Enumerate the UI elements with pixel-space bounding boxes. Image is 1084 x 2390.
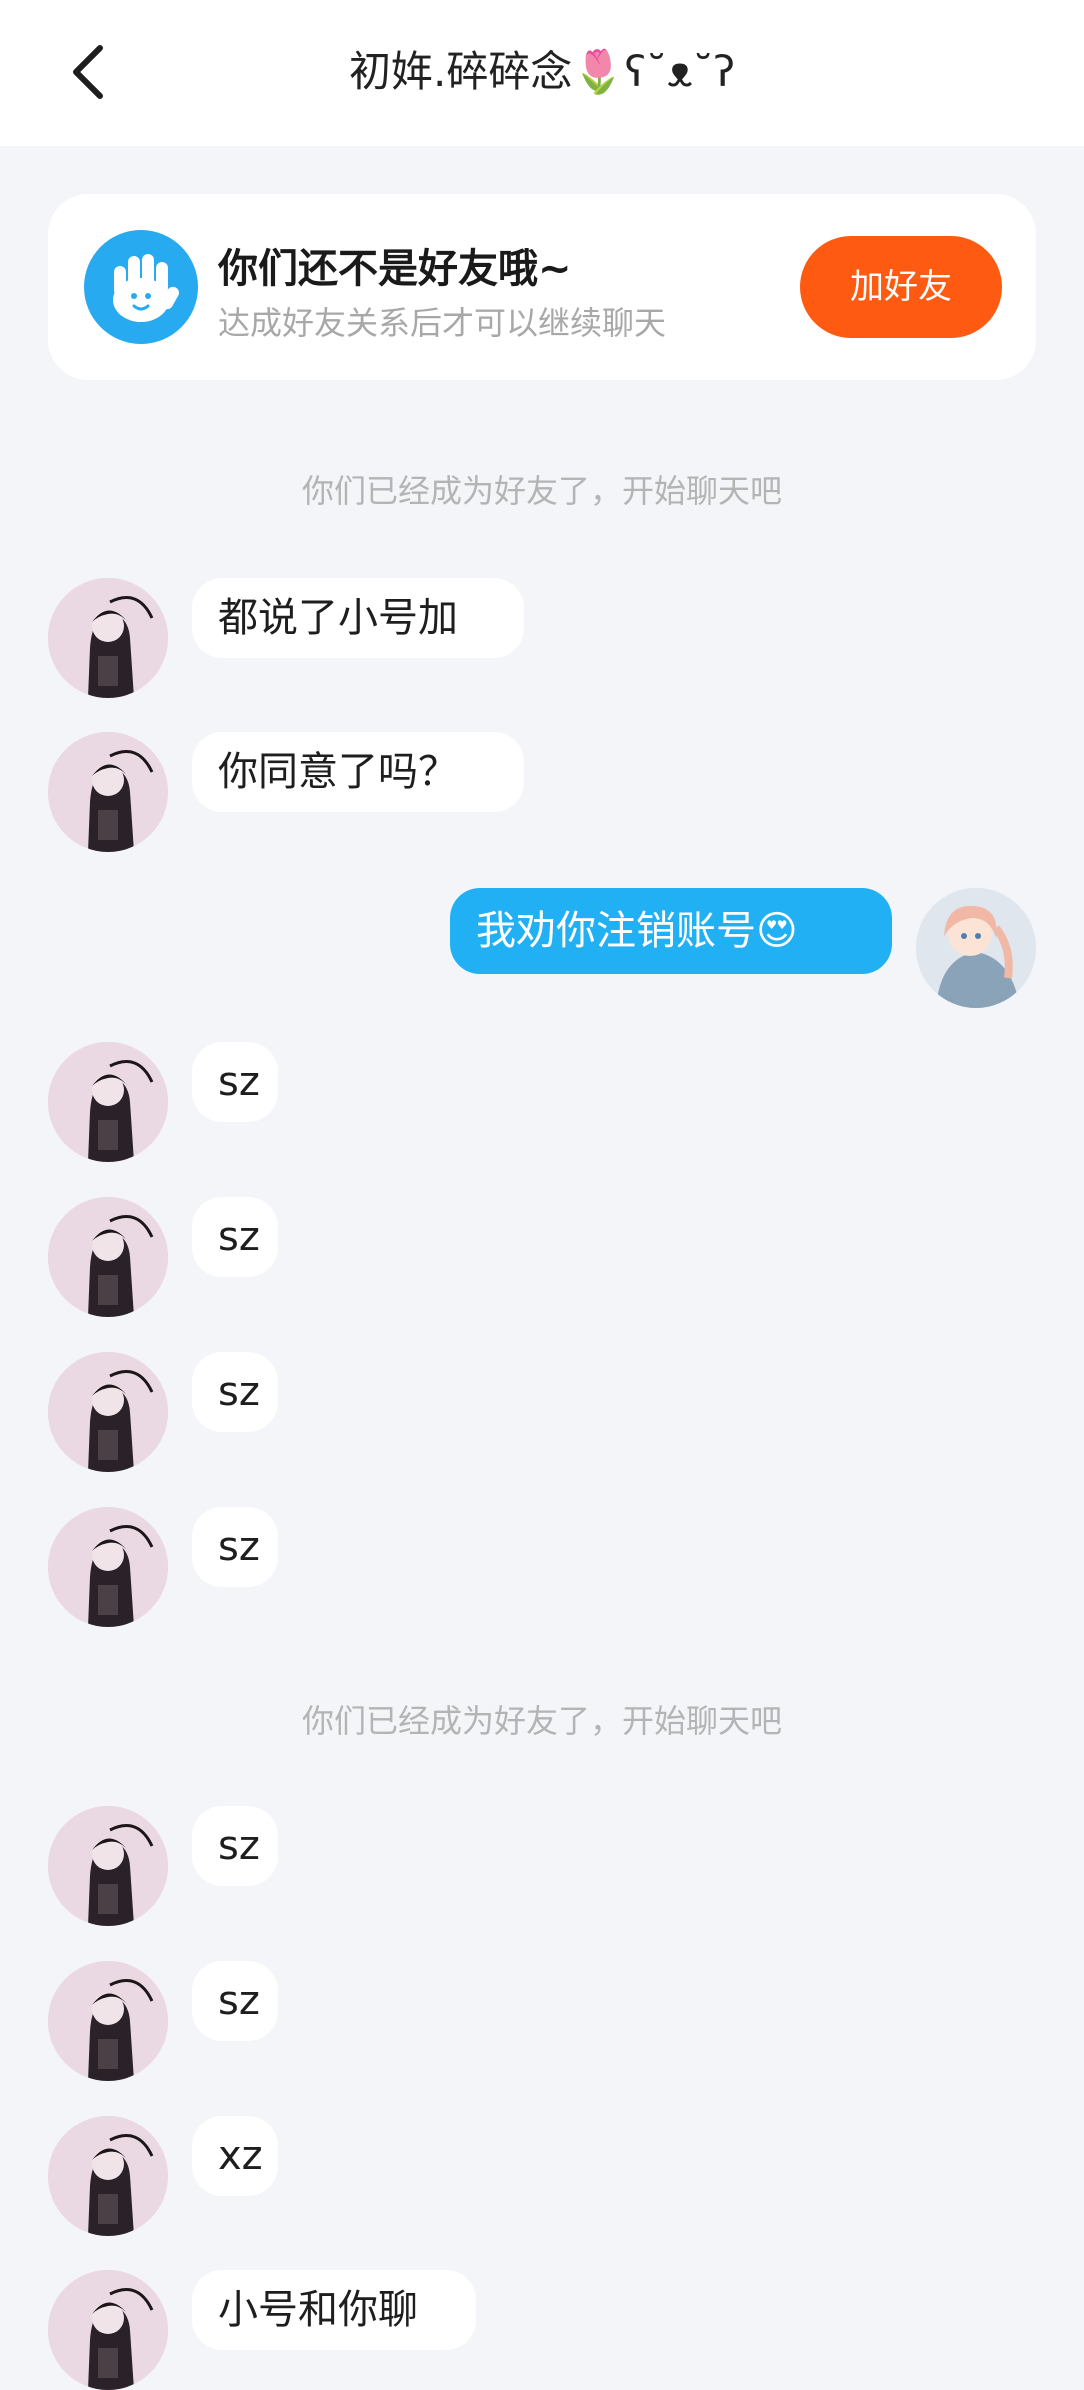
not-friends-title: 你们还不是好友哦~ (218, 246, 572, 292)
contact-avatar[interactable] (48, 1352, 168, 1472)
chat-title: 初姩.碎碎念🌷ʕ˘ᴥ˘ʔ (349, 47, 735, 96)
add-friend-button[interactable]: 加好友 (800, 236, 1002, 338)
system-message: 你们已经成为好友了，开始聊天吧 (301, 1702, 782, 1740)
contact-avatar[interactable] (48, 732, 168, 852)
incoming-message-bubble[interactable]: sz (192, 1961, 278, 2041)
contact-avatar[interactable] (48, 1961, 168, 2081)
incoming-message-bubble[interactable]: xz (192, 2116, 278, 2196)
contact-avatar[interactable] (48, 1042, 168, 1162)
incoming-message-bubble[interactable]: 你同意了吗？ (192, 732, 524, 812)
hand-wave-icon (84, 230, 198, 344)
outgoing-message-bubble[interactable]: 我劝你注销账号😍 (450, 888, 892, 974)
contact-avatar[interactable] (48, 1507, 168, 1627)
incoming-message-bubble[interactable]: sz (192, 1352, 278, 1432)
contact-avatar[interactable] (48, 578, 168, 698)
incoming-message-bubble[interactable]: sz (192, 1042, 278, 1122)
incoming-message-bubble[interactable]: sz (192, 1806, 278, 1886)
not-friends-subtitle: 达成好友关系后才可以继续聊天 (218, 304, 667, 342)
incoming-message-bubble[interactable]: sz (192, 1507, 278, 1587)
back-arrow-icon[interactable] (62, 40, 122, 104)
incoming-message-bubble[interactable]: 小号和你聊 (192, 2270, 476, 2350)
not-friends-card: 你们还不是好友哦~ 达成好友关系后才可以继续聊天 加好友 (48, 194, 1036, 380)
contact-avatar[interactable] (48, 1806, 168, 1926)
my-avatar[interactable] (916, 888, 1036, 1008)
contact-avatar[interactable] (48, 2270, 168, 2390)
contact-avatar[interactable] (48, 2116, 168, 2236)
incoming-message-bubble[interactable]: sz (192, 1197, 278, 1277)
system-message: 你们已经成为好友了，开始聊天吧 (301, 472, 782, 510)
incoming-message-bubble[interactable]: 都说了小号加 (192, 578, 524, 658)
top-bar: 初姩.碎碎念🌷ʕ˘ᴥ˘ʔ (0, 0, 1084, 146)
contact-avatar[interactable] (48, 1197, 168, 1317)
